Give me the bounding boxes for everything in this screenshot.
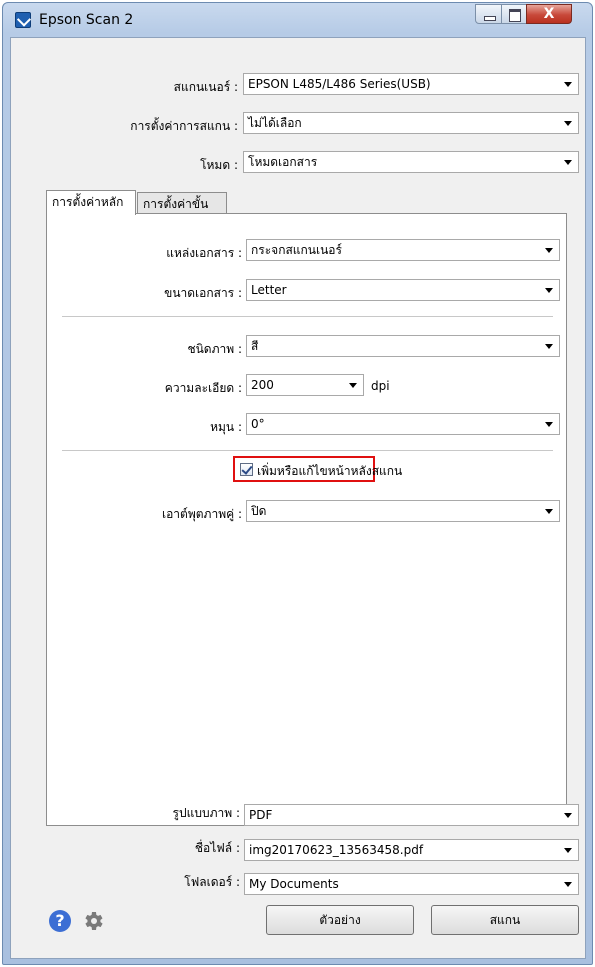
document-size-select[interactable]: Letter: [246, 279, 560, 301]
add-edit-pages-highlight: เพิ่มหรือแก้ไขหน้าหลังสแกน: [233, 456, 402, 482]
resolution-value: 200: [251, 378, 274, 392]
rotate-label: หมุน :: [210, 420, 242, 434]
chevron-down-icon: [564, 160, 572, 165]
chevron-down-icon: [545, 248, 553, 253]
chevron-down-icon: [349, 383, 357, 388]
scan-settings-value: ไม่ได้เลือก: [248, 116, 302, 130]
scanner-label: สแกนเนอร์ :: [173, 80, 238, 94]
chevron-down-icon: [564, 882, 572, 887]
image-type-label: ชนิดภาพ :: [187, 342, 242, 356]
tab-advanced-settings[interactable]: การตั้งค่าขั้นสูง: [137, 192, 227, 233]
image-format-select[interactable]: PDF: [244, 804, 579, 826]
window-title: Epson Scan 2: [39, 12, 134, 28]
chevron-down-icon: [564, 82, 572, 87]
mode-value: โหมดเอกสาร: [248, 155, 318, 169]
resolution-select[interactable]: 200: [246, 374, 364, 396]
file-name-label: ชื่อไฟล์ :: [194, 841, 240, 855]
epson-scan-app-icon: [15, 12, 31, 28]
mode-label: โหมด :: [200, 158, 238, 172]
help-icon[interactable]: ?: [49, 910, 71, 932]
chevron-down-icon: [545, 344, 553, 349]
resolution-unit: dpi: [371, 379, 390, 393]
double-feed-value: ปิด: [251, 504, 267, 518]
rotate-value: 0°: [251, 417, 265, 431]
section-divider: [62, 450, 553, 451]
image-format-value: PDF: [249, 808, 273, 822]
chevron-down-icon: [545, 509, 553, 514]
image-type-select[interactable]: สี: [246, 335, 560, 357]
maximize-button[interactable]: [501, 4, 527, 24]
minimize-button[interactable]: [475, 4, 502, 24]
document-source-value: กระจกสแกนเนอร์: [251, 243, 342, 257]
main-settings-panel: แหล่งเอกสาร : กระจกสแกนเนอร์ ขนาดเอกสาร …: [46, 213, 567, 826]
double-feed-label: เอาต์พุตภาพคู่ :: [162, 507, 242, 521]
client-area: สแกนเนอร์ : EPSON L485/L486 Series(USB) …: [10, 37, 586, 959]
document-source-select[interactable]: กระจกสแกนเนอร์: [246, 239, 560, 261]
folder-select[interactable]: My Documents: [244, 873, 579, 895]
image-format-label: รูปแบบภาพ :: [172, 806, 240, 820]
mode-select[interactable]: โหมดเอกสาร: [243, 151, 579, 173]
document-source-label: แหล่งเอกสาร :: [166, 246, 242, 260]
title-bar[interactable]: Epson Scan 2 X: [3, 3, 592, 37]
document-size-label: ขนาดเอกสาร :: [164, 286, 242, 300]
scanner-select[interactable]: EPSON L485/L486 Series(USB): [243, 73, 579, 95]
document-size-value: Letter: [251, 283, 287, 297]
scan-settings-label: การตั้งค่าการสแกน :: [130, 119, 238, 133]
close-button[interactable]: X: [526, 4, 572, 24]
scan-button[interactable]: สแกน: [431, 905, 579, 935]
folder-label: โฟลเดอร์ :: [184, 875, 240, 889]
file-name-select[interactable]: img20170623_13563458.pdf: [244, 839, 579, 861]
scan-settings-select[interactable]: ไม่ได้เลือก: [243, 112, 579, 134]
section-divider: [62, 316, 553, 317]
chevron-down-icon: [564, 813, 572, 818]
add-edit-pages-label[interactable]: เพิ่มหรือแก้ไขหน้าหลังสแกน: [257, 462, 402, 481]
preview-button[interactable]: ตัวอย่าง: [266, 905, 414, 935]
chevron-down-icon: [545, 422, 553, 427]
file-name-value: img20170623_13563458.pdf: [249, 843, 424, 857]
resolution-label: ความละเอียด :: [164, 381, 242, 395]
chevron-down-icon: [545, 288, 553, 293]
chevron-down-icon: [564, 848, 572, 853]
add-edit-pages-checkbox[interactable]: [240, 463, 253, 476]
close-icon: X: [543, 6, 555, 22]
scanner-value: EPSON L485/L486 Series(USB): [248, 77, 431, 91]
chevron-down-icon: [564, 121, 572, 126]
rotate-select[interactable]: 0°: [246, 413, 560, 435]
epson-scan-window: Epson Scan 2 X สแกนเนอร์ : EPSON L485/L4…: [2, 2, 593, 965]
gear-icon[interactable]: [81, 909, 105, 933]
folder-value: My Documents: [249, 877, 339, 891]
double-feed-select[interactable]: ปิด: [246, 500, 560, 522]
image-type-value: สี: [251, 339, 259, 353]
tab-main-settings[interactable]: การตั้งค่าหลัก: [46, 190, 136, 215]
